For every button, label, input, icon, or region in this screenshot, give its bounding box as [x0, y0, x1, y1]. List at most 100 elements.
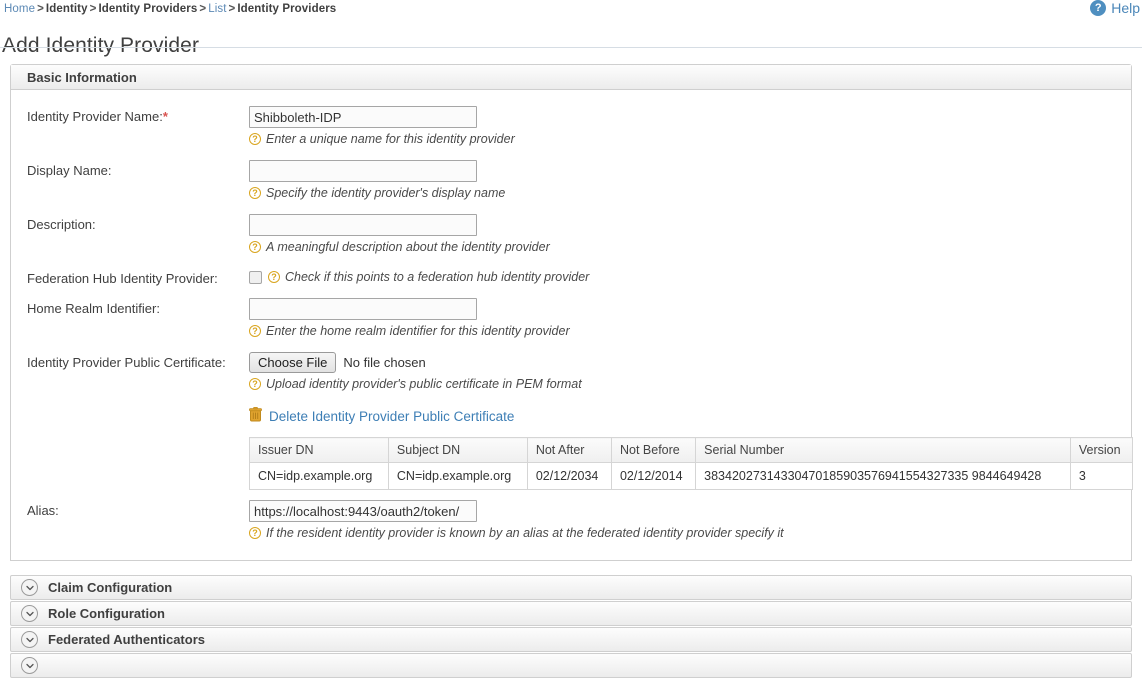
cell-not-after: 02/12/2034	[526, 462, 612, 490]
field-idp-name: ? Enter a unique name for this identity …	[249, 106, 1131, 146]
accordion-claim-configuration[interactable]: Claim Configuration	[10, 575, 1132, 600]
breadcrumb-item-home[interactable]: Home	[4, 3, 35, 15]
accordion-next-section[interactable]	[10, 653, 1132, 678]
accordion-label-federated-authenticators: Federated Authenticators	[48, 632, 205, 647]
label-idp-name-text: Identity Provider Name:	[27, 109, 163, 124]
field-home-realm: ? Enter the home realm identifier for th…	[249, 298, 1131, 338]
field-display-name: ? Specify the identity provider's displa…	[249, 160, 1131, 200]
help-link[interactable]: ? Help	[1090, 0, 1140, 16]
question-mark-icon: ?	[249, 187, 261, 199]
hint-home-realm: ? Enter the home realm identifier for th…	[249, 324, 1131, 338]
certificate-table-wrapper: Issuer DN Subject DN Not After Not Befor…	[249, 437, 1133, 490]
breadcrumb-separator: >	[37, 3, 44, 15]
breadcrumb: Home > Identity > Identity Providers > List > Id…	[4, 3, 336, 15]
hint-alias-text: If the resident identity provider is kno…	[266, 526, 784, 540]
alias-input[interactable]	[249, 500, 477, 522]
hint-federation-hub: ? Check if this points to a federation h…	[268, 270, 589, 284]
cell-not-before: 02/12/2014	[610, 462, 697, 490]
help-label: Help	[1111, 0, 1140, 16]
label-idp-name: Identity Provider Name:*	[11, 106, 249, 124]
question-mark-icon: ?	[249, 527, 261, 539]
file-chosen-status: No file chosen	[343, 355, 426, 370]
cell-issuer-dn: CN=idp.example.org	[249, 462, 389, 490]
label-description: Description:	[27, 217, 96, 232]
cell-version: 3	[1069, 462, 1133, 490]
certificate-table: Issuer DN Subject DN Not After Not Befor…	[249, 437, 1133, 490]
trash-icon	[249, 406, 262, 425]
field-certificate: Choose File No file chosen ? Upload iden…	[249, 352, 1133, 490]
label-display-name: Display Name:	[27, 163, 112, 178]
accordion-label-role-configuration: Role Configuration	[48, 606, 165, 621]
chevron-down-icon	[21, 631, 38, 648]
label-home-realm: Home Realm Identifier:	[27, 301, 160, 316]
question-circle-icon: ?	[1090, 0, 1107, 16]
breadcrumb-item-identity-providers: Identity Providers	[98, 3, 198, 15]
accordion-role-configuration[interactable]: Role Configuration	[10, 601, 1132, 626]
display-name-input[interactable]	[249, 160, 477, 182]
field-row-federation-hub: Federation Hub Identity Provider: ? Chec…	[11, 268, 1131, 286]
column-header-not-before: Not Before	[610, 437, 697, 463]
breadcrumb-separator: >	[89, 3, 97, 15]
breadcrumb-separator: >	[228, 3, 236, 15]
hint-certificate-text: Upload identity provider's public certif…	[266, 377, 582, 391]
label-certificate: Identity Provider Public Certificate:	[27, 355, 226, 370]
accordion-label-claim-configuration: Claim Configuration	[48, 580, 173, 595]
chevron-down-icon	[21, 579, 38, 596]
field-description: ? A meaningful description about the ide…	[249, 214, 1131, 254]
question-mark-icon: ?	[249, 133, 261, 145]
hint-display-name: ? Specify the identity provider's displa…	[249, 186, 1131, 200]
accordion-sections: Claim Configuration Role Configuration F…	[10, 575, 1132, 679]
question-mark-icon: ?	[249, 241, 261, 253]
delete-certificate-label: Delete Identity Provider Public Certific…	[269, 408, 515, 424]
label-federation-hub: Federation Hub Identity Provider:	[27, 271, 218, 286]
chevron-down-icon	[21, 657, 38, 674]
panel-body: Identity Provider Name:* ? Enter a uniqu…	[11, 90, 1133, 560]
question-mark-icon: ?	[249, 378, 261, 390]
cell-subject-dn: CN=idp.example.org	[387, 462, 528, 490]
hint-description-text: A meaningful description about the ident…	[266, 240, 550, 254]
field-row-description: Description: ? A meaningful description …	[11, 214, 1131, 254]
field-federation-hub: ? Check if this points to a federation h…	[249, 268, 1131, 284]
home-realm-input[interactable]	[249, 298, 477, 320]
table-header-row: Issuer DN Subject DN Not After Not Befor…	[249, 437, 1133, 463]
cell-serial-number: 38342027314330470185903576941554327335 9…	[695, 462, 1071, 490]
basic-information-panel: Basic Information Identity Provider Name…	[10, 64, 1133, 561]
federation-hub-checkbox[interactable]	[249, 270, 262, 284]
column-header-not-after: Not After	[526, 437, 612, 463]
hint-display-name-text: Specify the identity provider's display …	[266, 186, 506, 200]
federation-hub-check-row: ? Check if this points to a federation h…	[249, 268, 1131, 284]
field-row-display-name: Display Name: ? Specify the identity pro…	[11, 160, 1131, 200]
column-header-subject-dn: Subject DN	[387, 437, 528, 463]
question-mark-icon: ?	[249, 325, 261, 337]
hint-home-realm-text: Enter the home realm identifier for this…	[266, 324, 570, 338]
hint-idp-name-text: Enter a unique name for this identity pr…	[266, 132, 515, 146]
breadcrumb-item-identity: Identity	[45, 3, 88, 15]
hint-description: ? A meaningful description about the ide…	[249, 240, 1131, 254]
delete-certificate-link[interactable]: Delete Identity Provider Public Certific…	[249, 406, 1131, 425]
field-row-home-realm: Home Realm Identifier: ? Enter the home …	[11, 298, 1131, 338]
chevron-down-icon	[21, 605, 38, 622]
label-alias: Alias:	[27, 503, 59, 518]
panel-header-basic-information: Basic Information	[11, 65, 1131, 90]
hint-idp-name: ? Enter a unique name for this identity …	[249, 132, 1131, 146]
question-mark-icon: ?	[268, 271, 280, 283]
idp-name-input[interactable]	[249, 106, 477, 128]
column-header-issuer-dn: Issuer DN	[249, 437, 389, 463]
breadcrumb-item-current: Identity Providers	[237, 3, 337, 15]
choose-file-button[interactable]: Choose File	[249, 352, 337, 373]
field-alias: ? If the resident identity provider is k…	[249, 500, 1131, 540]
accordion-federated-authenticators[interactable]: Federated Authenticators	[10, 627, 1132, 652]
column-header-serial-number: Serial Number	[695, 437, 1071, 463]
hint-federation-hub-text: Check if this points to a federation hub…	[285, 270, 590, 284]
required-marker: *	[162, 109, 168, 124]
description-input[interactable]	[249, 214, 477, 236]
field-row-idp-name: Identity Provider Name:* ? Enter a uniqu…	[11, 106, 1131, 146]
hint-alias: ? If the resident identity provider is k…	[249, 526, 1131, 540]
breadcrumb-item-list[interactable]: List	[208, 3, 226, 15]
